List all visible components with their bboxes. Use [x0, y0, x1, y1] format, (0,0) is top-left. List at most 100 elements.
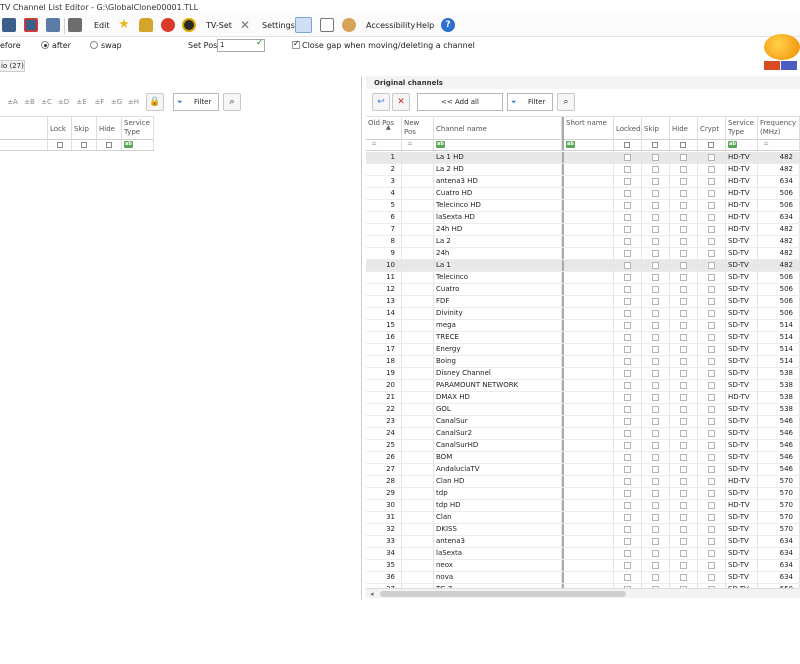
locked-checkbox[interactable] — [624, 286, 631, 293]
lock-icon[interactable]: 🔒 — [146, 93, 164, 111]
table-row[interactable]: 17 Energy SD-TV 514 — [366, 344, 800, 356]
skip-checkbox[interactable] — [652, 454, 659, 461]
column-header-lock[interactable]: Lock — [48, 117, 72, 140]
hide-checkbox[interactable] — [680, 526, 687, 533]
table-row[interactable]: 12 Cuatro SD-TV 506 — [366, 284, 800, 296]
hide-checkbox[interactable] — [680, 562, 687, 569]
crypt-checkbox[interactable] — [708, 514, 715, 521]
skip-checkbox[interactable] — [652, 310, 659, 317]
locked-checkbox[interactable] — [624, 214, 631, 221]
help-icon[interactable]: ? — [441, 18, 455, 32]
table-row[interactable]: 6 laSexta HD HD-TV 634 — [366, 212, 800, 224]
crypt-checkbox[interactable] — [708, 310, 715, 317]
locked-checkbox[interactable] — [624, 298, 631, 305]
crypt-checkbox[interactable] — [708, 286, 715, 293]
settings-menu[interactable]: Settings — [262, 21, 295, 30]
column-header-new-pos[interactable]: New Pos — [402, 117, 434, 140]
hide-checkbox[interactable] — [680, 478, 687, 485]
crypt-checkbox[interactable] — [708, 202, 715, 209]
hide-checkbox[interactable] — [680, 214, 687, 221]
locked-checkbox[interactable] — [624, 226, 631, 233]
skip-checkbox[interactable] — [652, 166, 659, 173]
crypt-checkbox[interactable] — [708, 298, 715, 305]
table-row[interactable]: 15 mega SD-TV 514 — [366, 320, 800, 332]
crypt-checkbox[interactable] — [708, 154, 715, 161]
locked-checkbox[interactable] — [624, 190, 631, 197]
skip-checkbox[interactable] — [652, 262, 659, 269]
favorite-star-icon[interactable]: ★ — [117, 18, 131, 32]
filter-equals-icon[interactable]: = — [371, 140, 377, 148]
locked-checkbox[interactable] — [624, 442, 631, 449]
locked-checkbox[interactable] — [624, 406, 631, 413]
search-icon[interactable]: ⌕ — [557, 93, 575, 111]
skip-checkbox[interactable] — [652, 274, 659, 281]
filter-checkbox[interactable] — [624, 142, 630, 148]
column-header-old-pos[interactable]: Old Pos ▲ — [366, 117, 402, 140]
crypt-checkbox[interactable] — [708, 214, 715, 221]
crypt-checkbox[interactable] — [708, 262, 715, 269]
hide-checkbox[interactable] — [680, 298, 687, 305]
skip-checkbox[interactable] — [652, 238, 659, 245]
table-row[interactable]: 1 La 1 HD HD-TV 482 — [366, 152, 800, 164]
skip-checkbox[interactable] — [652, 394, 659, 401]
filter-checkbox[interactable] — [57, 142, 63, 148]
after-label[interactable]: after — [52, 41, 71, 50]
table-row[interactable]: 9 24h SD-TV 482 — [366, 248, 800, 260]
table-row[interactable]: 19 Disney Channel SD-TV 538 — [366, 368, 800, 380]
filter-match-icon[interactable]: ab — [728, 141, 737, 148]
hide-checkbox[interactable] — [680, 406, 687, 413]
hide-checkbox[interactable] — [680, 322, 687, 329]
skip-checkbox[interactable] — [652, 382, 659, 389]
table-row[interactable]: 31 Clan SD-TV 570 — [366, 512, 800, 524]
hide-checkbox[interactable] — [680, 418, 687, 425]
save-icon[interactable] — [2, 18, 16, 32]
table-row[interactable]: 8 La 2 SD-TV 482 — [366, 236, 800, 248]
fav-g-button[interactable]: ±G — [109, 95, 124, 109]
filter-checkbox[interactable] — [81, 142, 87, 148]
table-row[interactable]: 13 FDF SD-TV 506 — [366, 296, 800, 308]
skip-checkbox[interactable] — [652, 514, 659, 521]
crypt-checkbox[interactable] — [708, 418, 715, 425]
table-row[interactable]: 16 TRECE SD-TV 514 — [366, 332, 800, 344]
hide-checkbox[interactable] — [680, 202, 687, 209]
locked-checkbox[interactable] — [624, 478, 631, 485]
table-row[interactable]: 35 neox SD-TV 634 — [366, 560, 800, 572]
hide-checkbox[interactable] — [680, 574, 687, 581]
column-header-service-type[interactable]: Service Type — [122, 117, 154, 140]
locked-checkbox[interactable] — [624, 382, 631, 389]
filter-equals-icon[interactable]: = — [407, 140, 413, 148]
block-icon[interactable] — [161, 18, 175, 32]
locked-checkbox[interactable] — [624, 346, 631, 353]
locked-checkbox[interactable] — [624, 250, 631, 257]
hide-checkbox[interactable] — [680, 154, 687, 161]
locked-checkbox[interactable] — [624, 502, 631, 509]
right-filter-button[interactable]: ⏷ Filter — [507, 93, 553, 111]
crypt-checkbox[interactable] — [708, 454, 715, 461]
fav-f-button[interactable]: ±F — [92, 95, 107, 109]
fav-c-button[interactable]: ±C — [39, 95, 54, 109]
column-header-frequency[interactable]: Frequency (MHz) — [758, 117, 800, 140]
locked-checkbox[interactable] — [624, 418, 631, 425]
skip-checkbox[interactable] — [652, 202, 659, 209]
crypt-checkbox[interactable] — [708, 442, 715, 449]
locked-checkbox[interactable] — [624, 154, 631, 161]
crypt-checkbox[interactable] — [708, 526, 715, 533]
crypt-checkbox[interactable] — [708, 466, 715, 473]
edit-menu[interactable]: Edit — [94, 21, 110, 30]
skip-checkbox[interactable] — [652, 406, 659, 413]
locked-checkbox[interactable] — [624, 370, 631, 377]
table-row[interactable]: 3 antena3 HD HD-TV 634 — [366, 176, 800, 188]
hide-checkbox[interactable] — [680, 250, 687, 257]
filter-checkbox[interactable] — [680, 142, 686, 148]
crypt-checkbox[interactable] — [708, 550, 715, 557]
locked-checkbox[interactable] — [624, 562, 631, 569]
table-row[interactable]: 22 GOL SD-TV 538 — [366, 404, 800, 416]
chat-icon[interactable] — [320, 18, 334, 32]
hide-checkbox[interactable] — [680, 334, 687, 341]
hide-checkbox[interactable] — [680, 550, 687, 557]
hide-checkbox[interactable] — [680, 442, 687, 449]
hide-checkbox[interactable] — [680, 310, 687, 317]
crypt-checkbox[interactable] — [708, 430, 715, 437]
table-row[interactable]: 10 La 1 SD-TV 482 — [366, 260, 800, 272]
filter-match-icon[interactable]: ab — [124, 141, 133, 148]
